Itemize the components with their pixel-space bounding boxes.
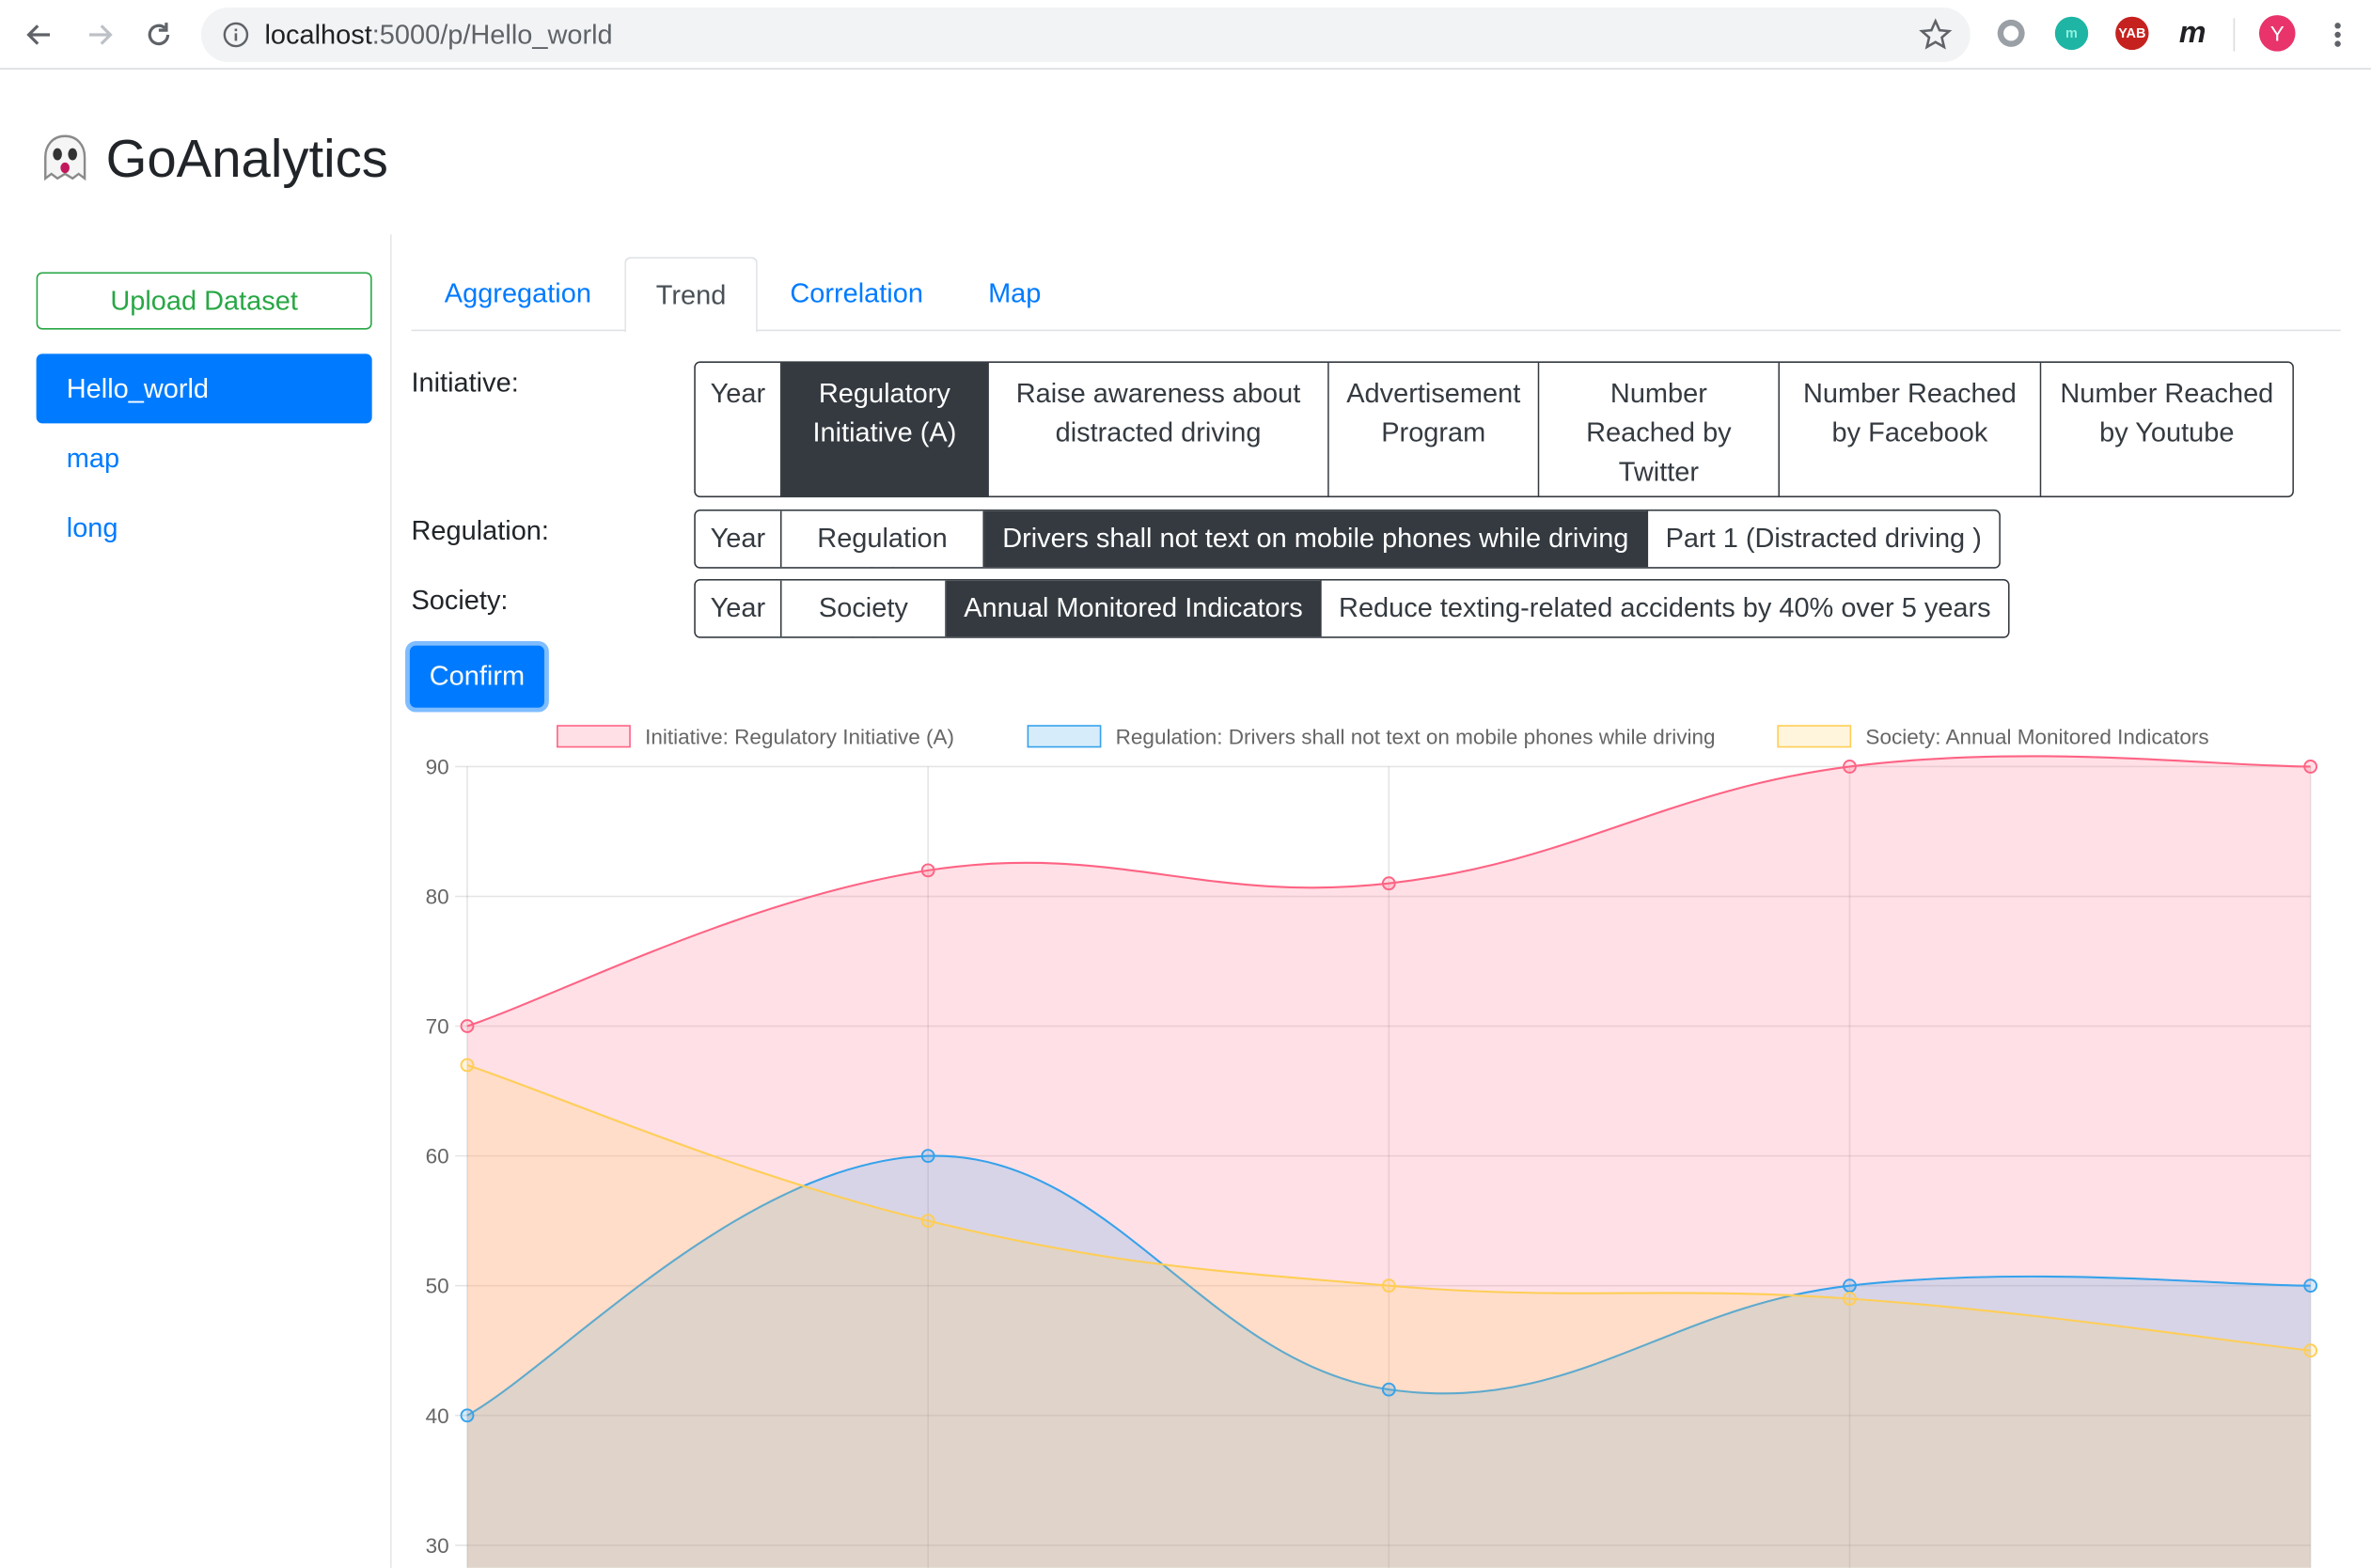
data-point <box>1381 1278 1396 1294</box>
data-point <box>2303 760 2318 774</box>
m-extension-icon[interactable]: m <box>2054 16 2089 51</box>
society-option-society-a[interactable]: Society (A) <box>781 580 947 637</box>
legend-swatch-0 <box>557 725 631 748</box>
forward-icon[interactable] <box>77 12 122 57</box>
y-tick-label: 40 <box>426 1404 449 1428</box>
regulation-label: Regulation: <box>411 515 549 546</box>
regulation-option-year[interactable]: Year <box>695 510 782 568</box>
url-path: :5000/p/Hello_world <box>371 19 613 51</box>
tab-trend[interactable]: Trend <box>624 257 758 333</box>
browser-toolbar: localhost:5000/p/Hello_world m YAB m Y <box>0 0 2371 70</box>
tab-bar: Aggregation Trend Correlation Map <box>411 257 2341 333</box>
sidebar: Upload Dataset Hello_world map long <box>0 234 392 1568</box>
tab-correlation[interactable]: Correlation <box>758 257 956 331</box>
legend-label-1: Regulation: Drivers shall not text on mo… <box>1116 725 1716 748</box>
app-title: GoAnalytics <box>105 130 388 190</box>
url-text: localhost:5000/p/Hello_world <box>264 20 612 52</box>
data-point <box>1843 760 1857 774</box>
reload-icon[interactable] <box>136 12 181 57</box>
data-point <box>1843 1292 1857 1306</box>
back-icon[interactable] <box>17 12 62 57</box>
menu-kebab-icon[interactable] <box>2315 12 2360 57</box>
regulation-option-regulation-a[interactable]: Regulation (A) <box>781 510 985 568</box>
society-button-group: Year Society (A) Annual Monitored Indica… <box>694 579 2010 638</box>
society-option-annual-monitored-indicators[interactable]: Annual Monitored Indicators <box>946 580 1322 637</box>
address-bar[interactable]: localhost:5000/p/Hello_world <box>200 8 1971 62</box>
data-point <box>2303 1343 2318 1358</box>
y-tick-label: 70 <box>426 1015 449 1039</box>
initiative-option-facebook[interactable]: Number Reached by Facebook <box>1780 363 2042 496</box>
society-label: Society: <box>411 585 509 616</box>
data-point <box>920 1149 935 1164</box>
toolbar-divider <box>2233 18 2236 52</box>
initiative-option-twitter[interactable]: Number Reached by Twitter <box>1539 363 1781 496</box>
society-option-year[interactable]: Year <box>695 580 782 637</box>
confirm-button[interactable]: Confirm <box>409 645 545 708</box>
chart-legend: Initiative: Regulatory Initiative (A) Reg… <box>557 725 2209 748</box>
society-option-reduce-texting[interactable]: Reduce texting-related accidents by 40% … <box>1321 580 2008 637</box>
data-point <box>1381 876 1396 891</box>
legend-swatch-1 <box>1027 725 1102 748</box>
m-italic-extension-icon[interactable]: m <box>2175 16 2208 50</box>
sidebar-item-hello-world[interactable]: Hello_world <box>36 353 372 424</box>
chart-y-axis: 90 80 70 60 50 40 30 <box>426 756 449 1558</box>
y-tick-label: 50 <box>426 1275 449 1298</box>
data-point <box>920 863 935 878</box>
data-point <box>460 1058 475 1073</box>
tab-aggregation[interactable]: Aggregation <box>411 257 624 331</box>
sidebar-item-long[interactable]: long <box>37 493 372 562</box>
ghost-icon <box>44 134 86 181</box>
upload-dataset-button[interactable]: Upload Dataset <box>36 272 372 330</box>
initiative-option-advertisement-program[interactable]: Advertisement Program <box>1328 363 1540 496</box>
y-tick-label: 30 <box>426 1534 449 1558</box>
regulation-option-part-1[interactable]: Part 1 (Distracted driving ) <box>1648 510 2000 568</box>
tab-map[interactable]: Map <box>956 257 1074 331</box>
initiative-option-raise-awareness[interactable]: Raise awareness about distracted driving <box>988 363 1329 496</box>
initiative-option-youtube[interactable]: Number Reached by Youtube <box>2041 363 2293 496</box>
brand: GoAnalytics <box>37 130 388 190</box>
yab-extension-icon[interactable]: YAB <box>2115 16 2149 51</box>
info-icon[interactable] <box>222 22 249 49</box>
url-host: localhost <box>264 19 372 51</box>
regulation-option-drivers-shall-not-text[interactable]: Drivers shall not text on mobile phones … <box>984 510 1649 568</box>
bookmark-star-icon[interactable] <box>1919 18 1953 51</box>
data-point <box>920 1214 935 1229</box>
record-extension-icon[interactable] <box>1994 16 2028 51</box>
trend-chart: Initiative: Regulatory Initiative (A) Reg… <box>426 725 2318 1568</box>
initiative-button-group: Year Regulatory Initiative (A) Raise awa… <box>694 361 2294 498</box>
data-point <box>460 1408 475 1423</box>
legend-label-2: Society: Annual Monitored Indicators <box>1865 725 2208 748</box>
data-point <box>2303 1278 2318 1294</box>
y-tick-label: 60 <box>426 1145 449 1168</box>
initiative-label: Initiative: <box>411 367 519 399</box>
legend-label-0: Initiative: Regulatory Initiative (A) <box>645 725 954 748</box>
initiative-option-regulatory-initiative[interactable]: Regulatory Initiative (A) <box>781 363 989 496</box>
regulation-button-group: Year Regulation (A) Drivers shall not te… <box>694 510 2001 569</box>
data-point <box>1843 1278 1857 1294</box>
y-tick-label: 80 <box>426 886 449 909</box>
legend-swatch-2 <box>1777 725 1852 748</box>
sidebar-item-map[interactable]: map <box>37 423 372 493</box>
data-point <box>460 1019 475 1033</box>
data-point <box>1381 1382 1396 1397</box>
y-tick-label: 90 <box>426 756 449 779</box>
profile-avatar[interactable]: Y <box>2258 15 2296 52</box>
initiative-option-year[interactable]: Year <box>695 363 782 496</box>
